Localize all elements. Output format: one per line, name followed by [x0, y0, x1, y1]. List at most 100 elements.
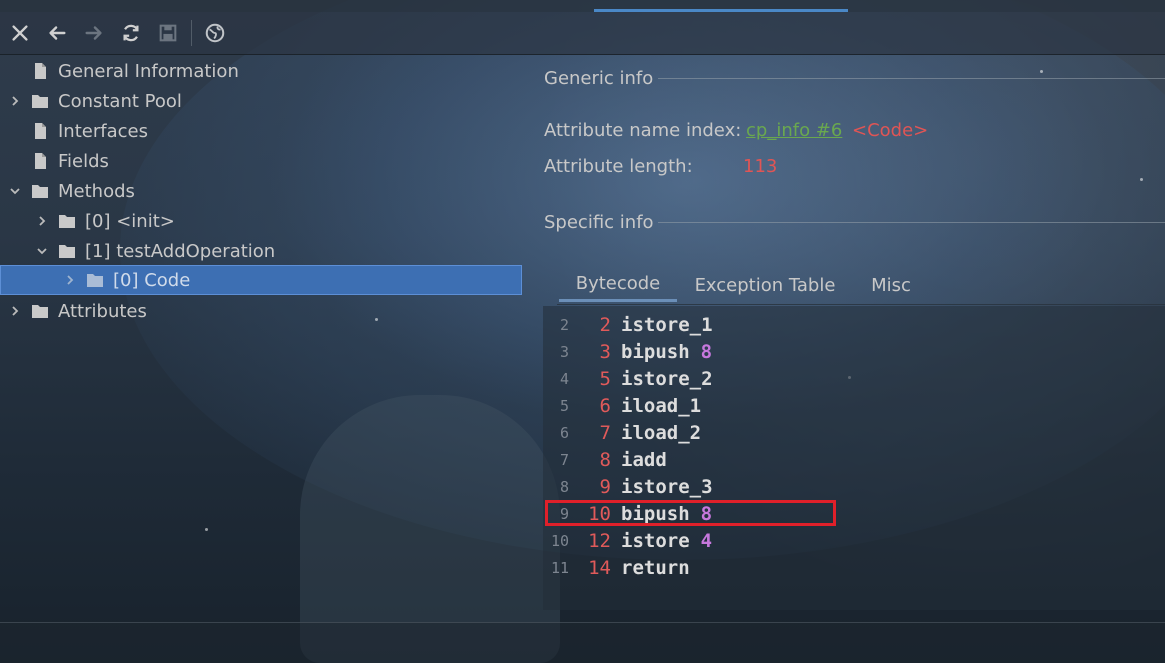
bytecode-offset: 2 [599, 313, 611, 336]
web-button[interactable] [198, 16, 232, 50]
bytecode-operand: 8 [700, 340, 713, 363]
tree-item-general-information[interactable]: General Information [8, 56, 508, 86]
highlight-annotation-box [545, 500, 836, 526]
tab-exception-table[interactable]: Exception Table [689, 268, 841, 302]
tree-item-label: Constant Pool [58, 90, 182, 112]
line-number: 10 [550, 531, 569, 550]
folder-icon [30, 181, 50, 201]
code-line[interactable]: 8 9 istore_3 [543, 473, 724, 500]
folder-icon [57, 241, 77, 261]
line-number: 8 [559, 477, 569, 496]
line-number: 3 [559, 342, 569, 361]
bytecode-offset: 9 [599, 475, 611, 498]
code-line[interactable]: 2 2 istore_1 [543, 311, 724, 338]
attribute-name-index-value: <Code> [852, 120, 929, 141]
tree-item-label: Attributes [58, 300, 147, 322]
arrow-right-icon [85, 26, 102, 40]
close-button[interactable] [3, 16, 37, 50]
class-file-viewer: General Information Constant Pool Interf… [0, 0, 1165, 663]
tree-item-code[interactable]: [0] Code [0, 265, 522, 295]
tree-item-label: Methods [58, 180, 135, 202]
code-line[interactable]: 11 14 return [543, 554, 701, 581]
bytecode-offset: 5 [599, 367, 611, 390]
structure-tree: General Information Constant Pool Interf… [0, 56, 530, 616]
line-number: 2 [559, 315, 569, 334]
specific-info-title: Specific info [544, 211, 654, 233]
code-line[interactable]: 3 3 bipush 8 [543, 338, 712, 365]
back-button[interactable] [40, 16, 74, 50]
chevron-right-icon[interactable] [8, 304, 22, 318]
bytecode-opcode: iload_2 [621, 421, 702, 444]
folder-icon [57, 211, 77, 231]
bytecode-editor[interactable]: 2 2 istore_1 3 3 bipush 8 4 5 istore_2 5… [543, 306, 1165, 610]
arrow-left-icon [49, 26, 66, 40]
tree-item-constant-pool[interactable]: Constant Pool [8, 86, 508, 116]
specific-info-divider [658, 222, 1165, 223]
tree-item-label: Interfaces [58, 120, 148, 142]
tree-item-method-testaddoperation[interactable]: [1] testAddOperation [35, 236, 505, 266]
chevron-right-icon[interactable] [8, 94, 22, 108]
code-line[interactable]: 4 5 istore_2 [543, 365, 724, 392]
close-icon [12, 25, 28, 41]
line-number: 11 [550, 558, 569, 577]
line-number: 6 [559, 423, 569, 442]
tree-item-methods[interactable]: Methods [8, 176, 508, 206]
bottom-panel-bar [0, 622, 1165, 663]
tree-item-label: [0] Code [113, 269, 191, 291]
globe-icon [205, 23, 225, 43]
chevron-down-icon[interactable] [35, 244, 49, 258]
tree-item-fields[interactable]: Fields [8, 146, 508, 176]
tree-item-label: General Information [58, 60, 239, 82]
attribute-length-value: 113 [743, 156, 778, 177]
chevron-down-icon[interactable] [8, 184, 22, 198]
toolbar-separator [191, 20, 192, 46]
bytecode-opcode: return [621, 556, 690, 579]
generic-info-title: Generic info [544, 67, 654, 89]
save-icon [159, 24, 177, 42]
bytecode-opcode: istore_3 [621, 475, 713, 498]
bytecode-opcode: istore [621, 529, 690, 552]
tree-item-label: [0] <init> [85, 210, 175, 232]
bytecode-opcode: iadd [621, 448, 667, 471]
specific-info-tabs: Bytecode Exception Table Misc [557, 268, 1165, 305]
tab-bytecode[interactable]: Bytecode [559, 268, 677, 302]
bytecode-opcode: bipush [621, 340, 690, 363]
background-star [1040, 70, 1043, 73]
line-number: 4 [559, 369, 569, 388]
bytecode-offset: 7 [599, 421, 611, 444]
line-number: 7 [559, 450, 569, 469]
folder-icon [30, 301, 50, 321]
code-line[interactable]: 5 6 iload_1 [543, 392, 712, 419]
code-line[interactable]: 6 7 iload_2 [543, 419, 712, 446]
bytecode-offset: 6 [599, 394, 611, 417]
tree-item-label: [1] testAddOperation [85, 240, 276, 262]
bytecode-offset: 14 [588, 556, 611, 579]
editor-tab-strip [0, 0, 1165, 12]
chevron-right-icon[interactable] [35, 214, 49, 228]
bytecode-opcode: istore_2 [621, 367, 713, 390]
generic-info-divider [658, 78, 1165, 79]
tree-item-attributes[interactable]: Attributes [8, 296, 508, 326]
toolbar [0, 12, 1165, 55]
attribute-length-label: Attribute length: [544, 156, 693, 177]
bytecode-opcode: iload_1 [621, 394, 702, 417]
bytecode-operand: 4 [700, 529, 713, 552]
code-line[interactable]: 10 12 istore 4 [543, 527, 712, 554]
forward-button[interactable] [77, 16, 111, 50]
active-editor-tab[interactable] [594, 0, 848, 12]
attribute-name-index-link[interactable]: cp_info #6 [746, 120, 842, 141]
background-star [1140, 178, 1143, 181]
file-icon [30, 61, 50, 81]
tree-item-interfaces[interactable]: Interfaces [8, 116, 508, 146]
attribute-name-index-label: Attribute name index: [544, 120, 742, 141]
save-button[interactable] [151, 16, 185, 50]
tab-misc[interactable]: Misc [861, 268, 921, 302]
tree-item-label: Fields [58, 150, 109, 172]
line-number: 5 [559, 396, 569, 415]
chevron-right-icon[interactable] [63, 273, 77, 287]
refresh-button[interactable] [114, 16, 148, 50]
bytecode-offset: 12 [588, 529, 611, 552]
tree-item-method-init[interactable]: [0] <init> [35, 206, 505, 236]
bytecode-offset: 3 [599, 340, 611, 363]
code-line[interactable]: 7 8 iadd [543, 446, 678, 473]
